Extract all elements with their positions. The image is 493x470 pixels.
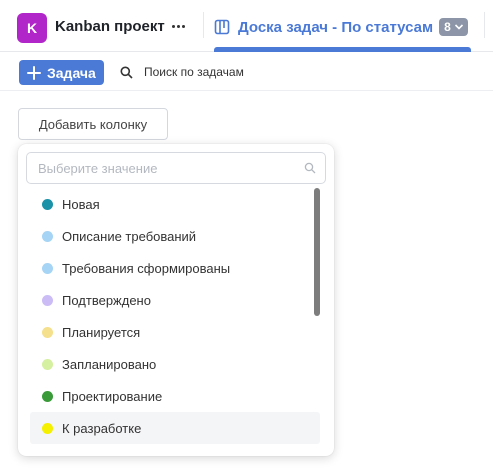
dropdown-option[interactable]: Планируется — [30, 316, 320, 348]
dropdown-search-input[interactable] — [27, 153, 297, 183]
dropdown-option[interactable]: К разработке — [30, 412, 320, 444]
more-options-button[interactable] — [168, 15, 188, 37]
dropdown-option-label: Новая — [62, 196, 100, 212]
board-icon — [214, 19, 230, 35]
task-search[interactable]: Поиск по задачам — [120, 61, 244, 83]
more-dot-icon — [181, 24, 185, 28]
dropdown-option-label: Планируется — [62, 324, 141, 340]
project-avatar[interactable]: K — [17, 13, 47, 43]
status-color-dot — [42, 230, 53, 242]
header-divider — [484, 12, 485, 38]
board-toolbar: Задача Поиск по задачам — [0, 53, 493, 91]
active-tab-indicator — [214, 47, 471, 52]
dropdown-option[interactable]: Запланировано — [30, 348, 320, 380]
status-color-dot — [42, 422, 53, 434]
dropdown-scrollbar[interactable] — [314, 188, 320, 316]
dropdown-option-label: Описание требований — [62, 228, 197, 244]
status-color-dot — [42, 358, 53, 370]
status-color-dot — [42, 326, 53, 338]
status-dropdown: Новая Описание требований Требования сформ… — [18, 144, 334, 456]
add-task-button[interactable]: Задача — [19, 60, 104, 85]
tab-count-badge[interactable]: 8 — [439, 18, 468, 36]
status-color-dot — [42, 262, 53, 274]
dropdown-option-label: Проектирование — [62, 388, 163, 404]
more-dot-icon — [171, 24, 175, 28]
dropdown-options-list: Новая Описание требований Требования сформ… — [30, 188, 320, 444]
tab-label: Доска задач - По статусам — [238, 18, 434, 36]
add-task-label: Задача — [47, 64, 96, 81]
tab-count: 8 — [444, 20, 451, 34]
status-color-dot — [42, 198, 53, 210]
add-column-button[interactable]: Добавить колонку — [18, 108, 168, 140]
dropdown-option-label: Требования сформированы — [62, 260, 231, 276]
search-icon — [120, 66, 133, 79]
search-icon — [304, 162, 316, 174]
chevron-down-icon — [454, 24, 463, 30]
dropdown-option-label: К разработке — [62, 420, 142, 436]
project-name[interactable]: Kanban проект — [55, 18, 165, 35]
dropdown-option[interactable]: Требования сформированы — [30, 252, 320, 284]
task-search-label: Поиск по задачам — [144, 65, 244, 79]
dropdown-option[interactable]: Новая — [30, 188, 320, 220]
dropdown-option[interactable]: Подтверждено — [30, 284, 320, 316]
dropdown-option[interactable]: Описание требований — [30, 220, 320, 252]
dropdown-option-label: Запланировано — [62, 356, 157, 372]
plus-icon — [27, 65, 41, 80]
tab-kanban-board[interactable]: Доска задач - По статусам 8 — [214, 12, 468, 42]
status-color-dot — [42, 390, 53, 402]
top-bar: K Kanban проект Доска задач - По статуса… — [0, 0, 493, 52]
dropdown-option-label: Подтверждено — [62, 292, 151, 308]
dropdown-option[interactable]: Проектирование — [30, 380, 320, 412]
dropdown-search — [26, 152, 326, 184]
more-dot-icon — [176, 24, 180, 28]
header-divider — [203, 12, 204, 38]
status-color-dot — [42, 294, 53, 306]
